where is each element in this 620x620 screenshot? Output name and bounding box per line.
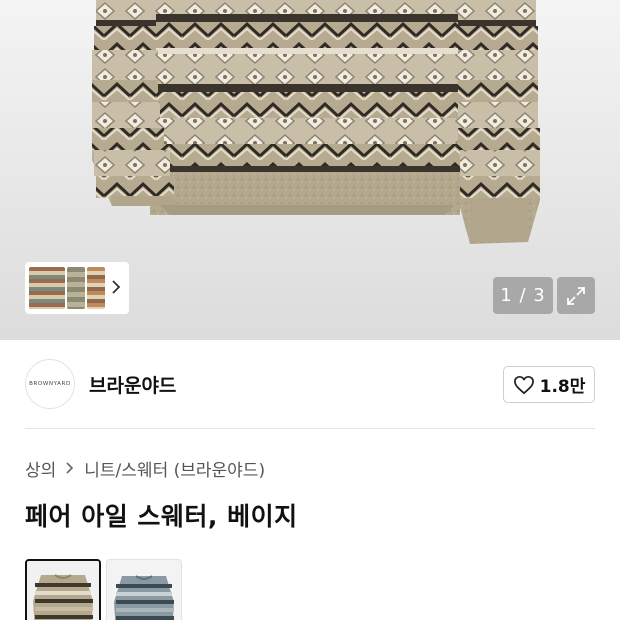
like-button[interactable]: 1.8만 <box>503 366 595 403</box>
breadcrumb-category[interactable]: 상의 <box>25 456 56 481</box>
color-option-beige[interactable] <box>25 559 101 620</box>
like-count: 1.8만 <box>539 377 586 397</box>
breadcrumb: 상의 니트/스웨터 (브라운야드) <box>25 455 265 481</box>
brand-name[interactable]: 브라운야드 <box>89 371 176 398</box>
thumbnail-sweater-front[interactable] <box>29 267 65 309</box>
expand-icon <box>567 286 585 305</box>
sweater-thumbnail-blue <box>107 560 181 620</box>
product-title: 페어 아일 스웨터, 베이지 <box>25 502 298 531</box>
brand-logo-text: BROWNYARD <box>29 381 71 387</box>
divider <box>25 428 595 429</box>
thumbnail-strip[interactable] <box>25 262 129 314</box>
thumbnail-sweater-detail[interactable] <box>87 267 105 309</box>
expand-button[interactable] <box>557 277 595 314</box>
brand-row: BROWNYARD 브라운야드 1.8만 <box>25 358 595 410</box>
chevron-right-icon <box>66 462 74 474</box>
sweater-thumbnail-beige <box>27 561 99 620</box>
color-option-blue[interactable] <box>106 559 182 620</box>
chevron-right-icon[interactable] <box>109 278 123 296</box>
image-counter: 1 / 3 <box>493 277 553 314</box>
product-image-gallery[interactable]: 1 / 3 <box>0 0 620 340</box>
breadcrumb-subcategory[interactable]: 니트/스웨터 (브라운야드) <box>84 456 265 481</box>
brand-logo[interactable]: BROWNYARD <box>25 359 75 409</box>
thumbnail-sweater-side[interactable] <box>67 267 85 309</box>
color-options <box>25 559 182 620</box>
heart-outline-icon <box>513 375 534 394</box>
